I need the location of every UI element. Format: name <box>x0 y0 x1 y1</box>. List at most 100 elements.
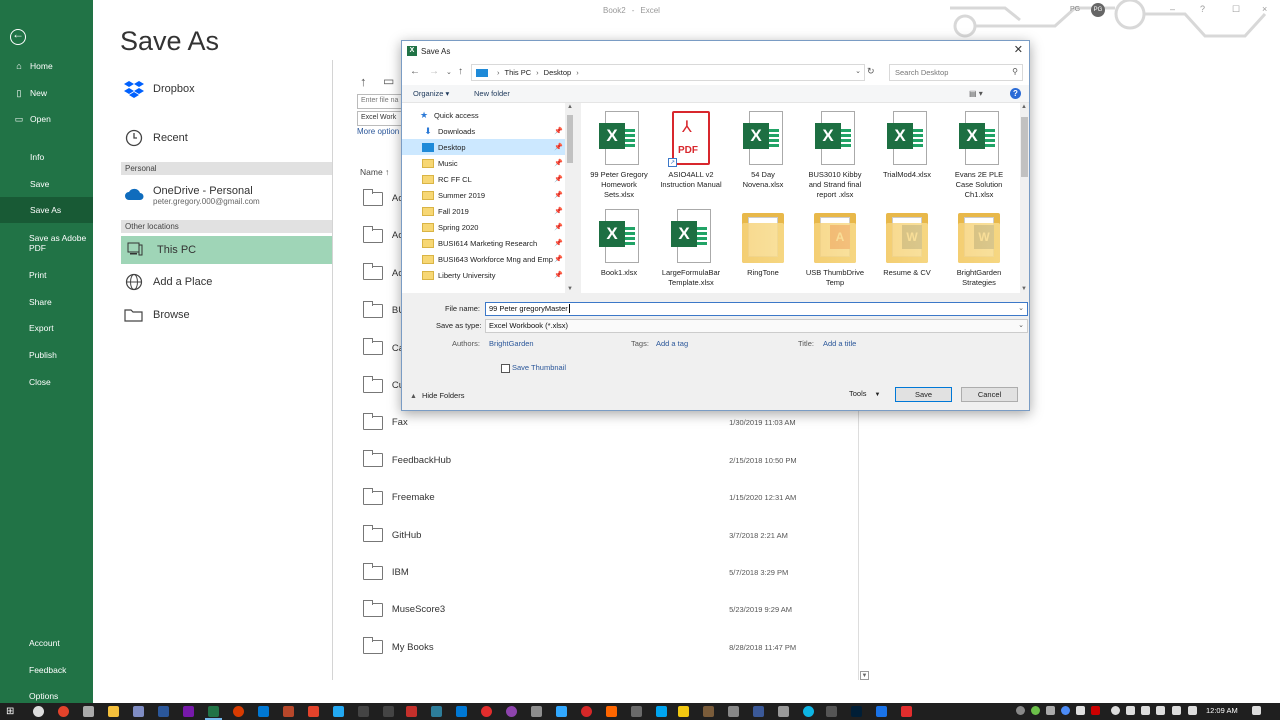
tray-icon[interactable] <box>1061 706 1070 715</box>
new-folder-icon[interactable]: ▭ <box>383 74 394 88</box>
clock[interactable]: 12:09 AM <box>1206 706 1238 715</box>
onenote-icon[interactable] <box>183 706 194 717</box>
organize-button[interactable]: Organize ▾ <box>413 89 449 98</box>
dialog-close-button[interactable]: ✕ <box>1014 43 1023 56</box>
tree-item[interactable]: RC FF CL 📌 <box>402 171 565 187</box>
settings-icon[interactable] <box>778 706 789 717</box>
navigation-pane-scrollbar[interactable]: ▲ ▼ <box>565 103 575 293</box>
location-this-pc[interactable]: This PC <box>121 236 332 264</box>
maximize-button[interactable]: ☐ <box>1232 4 1240 15</box>
list-item[interactable]: Freemake 1/15/2020 12:31 AM <box>355 479 858 516</box>
file-tile[interactable]: ⅄ PDF ↗ ASIO4ALL v2 Instruction Manual <box>658 111 724 190</box>
app-icon[interactable] <box>456 706 467 717</box>
app-icon[interactable] <box>481 706 492 717</box>
view-options-icon[interactable]: ▤ ▾ <box>969 89 983 98</box>
word-icon[interactable] <box>158 706 169 717</box>
file-tile[interactable]: X TrialMod4.xlsx <box>874 111 940 180</box>
more-options-link[interactable]: More option <box>357 127 399 136</box>
app-icon[interactable] <box>753 706 764 717</box>
tray-icon[interactable] <box>1046 706 1055 715</box>
scroll-up-arrow[interactable]: ▲ <box>567 104 573 110</box>
app-icon[interactable] <box>728 706 739 717</box>
tray-icon[interactable] <box>1172 706 1181 715</box>
tree-item[interactable]: Music 📌 <box>402 155 565 171</box>
app-icon[interactable] <box>506 706 517 717</box>
back-icon[interactable]: ← <box>410 66 420 77</box>
save-button[interactable]: Save <box>895 387 952 402</box>
file-tile[interactable]: RingTone <box>730 209 796 278</box>
tray-icon[interactable] <box>1091 706 1100 715</box>
authors-value[interactable]: BrightGarden <box>489 339 534 348</box>
tray-icon[interactable] <box>1156 706 1165 715</box>
column-name-header[interactable]: Name ↑ <box>360 167 389 177</box>
filetype-select[interactable]: Excel Work <box>357 111 403 126</box>
scroll-down-arrow[interactable]: ▼ <box>1021 286 1027 292</box>
app-icon[interactable] <box>703 706 714 717</box>
scroll-up-arrow[interactable]: ▲ <box>1021 104 1027 110</box>
list-item[interactable]: FeedbackHub 2/15/2018 10:50 PM <box>355 442 858 479</box>
tray-icon[interactable] <box>1016 706 1025 715</box>
tree-item[interactable]: Liberty University 📌 <box>402 267 565 283</box>
scroll-down-arrow[interactable]: ▼ <box>567 286 573 292</box>
file-name-input[interactable]: 99 Peter gregoryMaster ⌄ <box>485 302 1028 316</box>
location-browse[interactable]: Browse <box>123 306 190 324</box>
chevron-down-icon[interactable]: ⌄ <box>1018 321 1024 329</box>
address-dropdown-icon[interactable]: ⌄ <box>855 67 861 75</box>
nav-feedback[interactable]: Feedback <box>29 665 66 675</box>
nav-open[interactable]: ▭ Open <box>0 106 93 132</box>
list-item[interactable]: My Books 8/28/2018 11:47 PM <box>355 629 858 666</box>
up-icon[interactable]: ↑ <box>458 66 463 77</box>
location-onedrive[interactable]: OneDrive - Personal peter.gregory.000@gm… <box>123 185 260 206</box>
nav-save-as[interactable]: Save As <box>0 197 93 223</box>
search-input[interactable]: Search Desktop ⚲ <box>889 64 1023 81</box>
tray-icon[interactable] <box>1031 706 1040 715</box>
nav-info[interactable]: Info <box>0 144 93 170</box>
app-icon[interactable] <box>308 706 319 717</box>
filename-input[interactable]: Enter file na <box>357 94 403 109</box>
nav-new[interactable]: ▯ New <box>0 80 93 106</box>
tools-dropdown[interactable]: Tools ▼ <box>849 389 880 398</box>
app-icon[interactable] <box>901 706 912 717</box>
help-icon[interactable]: ? <box>1010 88 1021 99</box>
file-explorer-icon[interactable] <box>108 706 119 717</box>
chevron-down-icon[interactable]: ⌄ <box>1018 304 1024 312</box>
file-view-scrollbar[interactable]: ▲ ▼ <box>1020 103 1029 293</box>
cortana-icon[interactable] <box>33 706 44 717</box>
new-folder-button[interactable]: New folder <box>474 89 510 98</box>
folder-list-scrollbar[interactable]: ▼ <box>858 410 869 680</box>
app-icon[interactable] <box>431 706 442 717</box>
network-icon[interactable] <box>1126 706 1135 715</box>
tray-icon[interactable] <box>1076 706 1085 715</box>
location-add-place[interactable]: Add a Place <box>123 273 212 291</box>
vscode-icon[interactable] <box>333 706 344 717</box>
back-arrow-icon[interactable] <box>10 27 26 45</box>
address-bar[interactable]: › This PC › Desktop › ⌄ <box>471 64 865 81</box>
tree-item[interactable]: BUSI643 Workforce Mng and Emp 📌 <box>402 251 565 267</box>
powerpoint-icon[interactable] <box>283 706 294 717</box>
scroll-down-arrow[interactable]: ▼ <box>860 671 869 680</box>
scroll-thumb[interactable] <box>567 115 573 163</box>
start-icon[interactable]: ⊞ <box>6 706 17 717</box>
file-tile[interactable]: X Book1.xlsx <box>586 209 652 278</box>
nav-account[interactable]: Account <box>29 638 60 648</box>
app-icon[interactable] <box>678 706 689 717</box>
file-tile[interactable]: X 99 Peter Gregory Homework Sets.xlsx <box>586 111 652 200</box>
file-tile[interactable]: W Resume & CV <box>874 209 940 278</box>
recent-locations-icon[interactable]: ⌄ <box>446 68 452 76</box>
save-type-select[interactable]: Excel Workbook (*.xlsx) ⌄ <box>485 319 1028 333</box>
tags-input[interactable]: Add a tag <box>656 339 688 348</box>
nav-home[interactable]: ⌂ Home <box>0 53 93 79</box>
file-tile[interactable]: X BUS3010 Kibby and Strand final report .… <box>802 111 868 200</box>
app-icon[interactable] <box>406 706 417 717</box>
app-icon[interactable] <box>233 706 244 717</box>
app-icon[interactable] <box>531 706 542 717</box>
cancel-button[interactable]: Cancel <box>961 387 1018 402</box>
app-icon[interactable] <box>83 706 94 717</box>
nav-options[interactable]: Options <box>29 691 58 701</box>
save-thumbnail-label[interactable]: Save Thumbnail <box>512 363 566 372</box>
notifications-icon[interactable] <box>1252 706 1261 715</box>
save-thumbnail-checkbox[interactable] <box>501 364 510 373</box>
close-window-button[interactable]: × <box>1262 4 1267 14</box>
nav-save-as-adobe[interactable]: Save as Adobe PDF <box>29 233 89 253</box>
nav-print[interactable]: Print <box>29 270 46 280</box>
